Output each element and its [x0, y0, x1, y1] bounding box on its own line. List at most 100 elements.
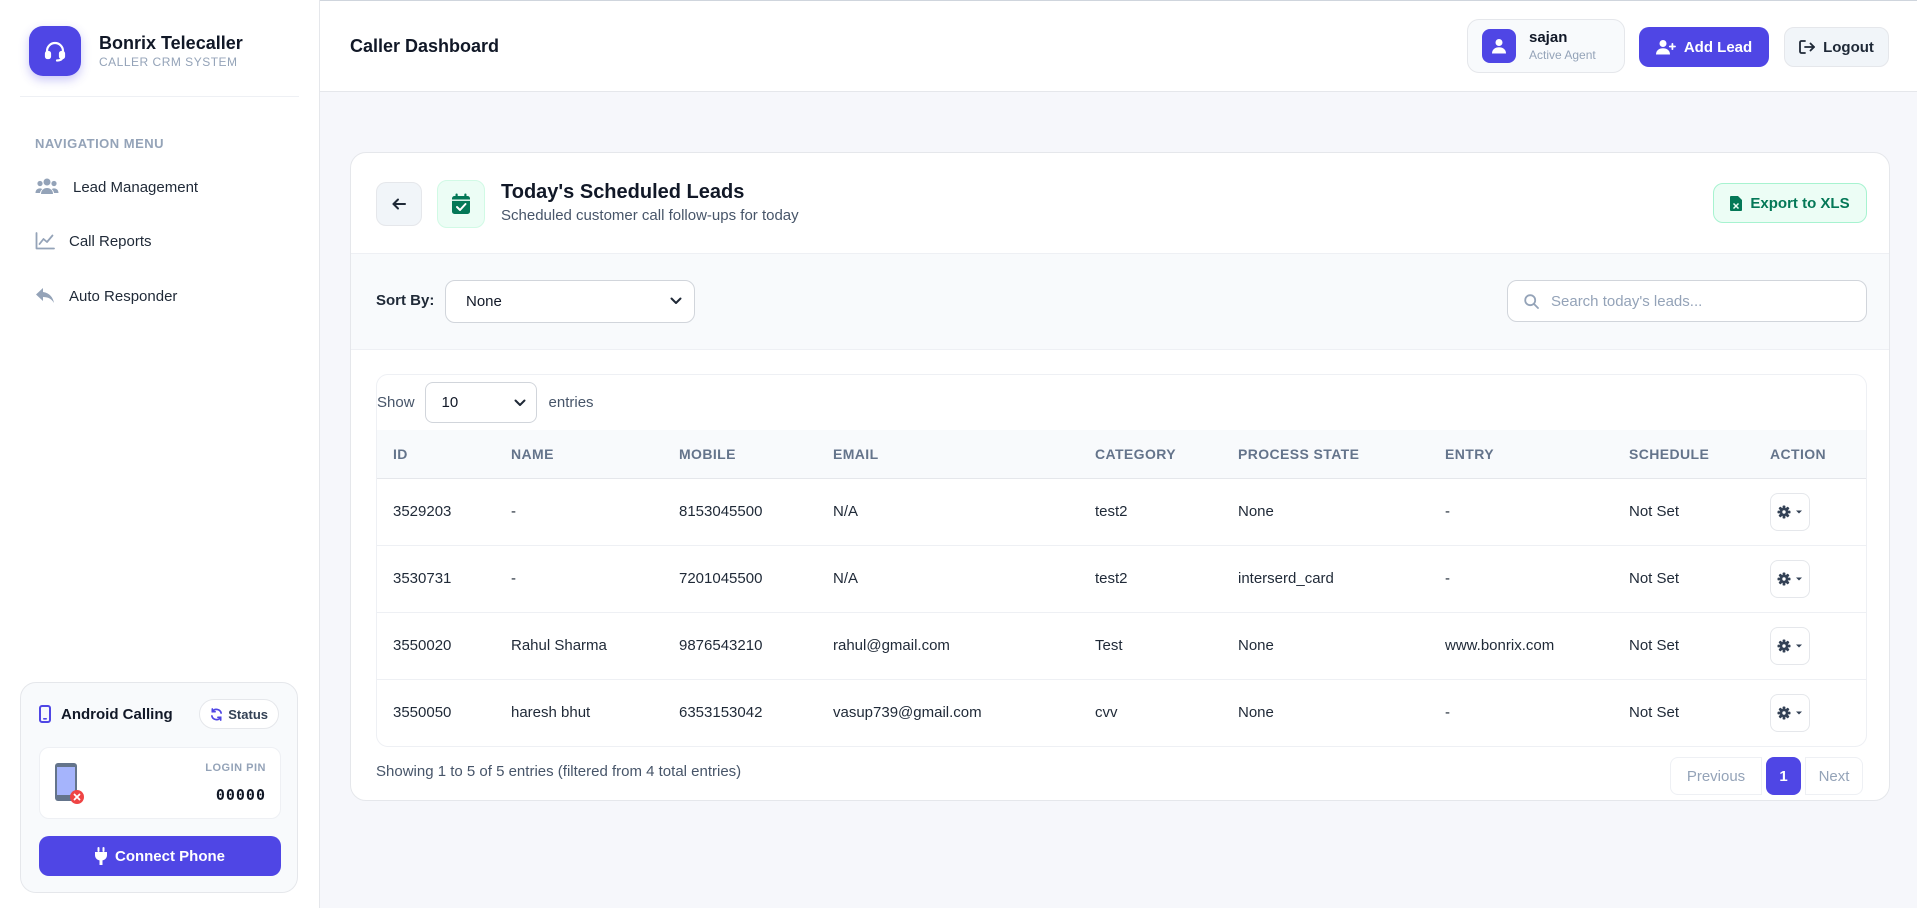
column-header-name[interactable]: NAME	[495, 430, 663, 479]
chevron-down-icon	[670, 297, 682, 304]
brand-name: Bonrix Telecaller	[99, 33, 243, 53]
row-action-button[interactable]	[1770, 693, 1810, 732]
login-pin-box: LOGIN PIN 00000	[39, 747, 281, 819]
column-header-schedule[interactable]: SCHEDULE	[1613, 430, 1754, 479]
cell-mobile: 6353153042	[663, 679, 817, 746]
filter-bar: Sort By: None	[351, 254, 1889, 350]
sidebar-item-auto-responder[interactable]: Auto Responder	[35, 287, 177, 305]
cell-process-state: None	[1222, 478, 1429, 546]
add-lead-label: Add Lead	[1683, 38, 1753, 56]
sidebar-item-label: Auto Responder	[69, 287, 178, 305]
show-entries-row: Show 10 entries	[377, 375, 594, 430]
cell-mobile: 7201045500	[663, 545, 817, 613]
brand[interactable]: Bonrix Telecaller CALLER CRM SYSTEM	[29, 26, 243, 76]
cell-email: N/A	[817, 545, 1079, 613]
entries-label: entries	[548, 394, 594, 411]
row-action-button[interactable]	[1770, 492, 1810, 531]
column-header-email[interactable]: EMAIL	[817, 430, 1079, 479]
sidebar-item-lead-management[interactable]: Lead Management	[35, 177, 198, 197]
cell-action	[1754, 478, 1866, 546]
next-page-button[interactable]: Next	[1805, 757, 1863, 795]
sort-by-label: Sort By:	[376, 292, 435, 309]
cell-category: Test	[1079, 612, 1222, 680]
entries-value: 10	[441, 394, 459, 411]
show-label: Show	[377, 394, 415, 411]
card-subtitle: Scheduled customer call follow-ups for t…	[501, 207, 799, 224]
sidebar-item-label: Call Reports	[69, 232, 152, 250]
cell-process-state: None	[1222, 612, 1429, 680]
column-header-id[interactable]: ID	[377, 430, 495, 479]
sidebar-item-call-reports[interactable]: Call Reports	[35, 232, 152, 250]
cell-mobile: 8153045500	[663, 478, 817, 546]
cell-email: rahul@gmail.com	[817, 612, 1079, 680]
previous-page-button[interactable]: Previous	[1670, 757, 1762, 795]
status-label: Status	[228, 706, 268, 722]
leads-table: ID NAME MOBILE EMAIL CATEGORY PROCESS ST…	[377, 430, 1866, 746]
reply-icon	[36, 288, 54, 303]
refresh-icon	[211, 707, 223, 721]
cell-action	[1754, 679, 1866, 746]
android-calling-title: Android Calling	[61, 705, 173, 723]
connect-phone-label: Connect Phone	[114, 847, 225, 865]
cell-id: 3530731	[377, 545, 495, 613]
sort-by-select[interactable]: None	[445, 280, 695, 323]
page-1-button[interactable]: 1	[1766, 757, 1801, 795]
login-pin-value: 00000	[215, 786, 266, 804]
mobile-icon	[39, 705, 51, 723]
row-action-button[interactable]	[1770, 559, 1810, 598]
headset-icon	[29, 26, 81, 76]
cell-action	[1754, 612, 1866, 680]
table-row[interactable]: 3550020 Rahul Sharma 9876543210 rahul@gm…	[377, 612, 1866, 680]
top-header: Caller Dashboard sajan Active Agent Add …	[320, 0, 1917, 92]
export-xls-button[interactable]: Export to XLS	[1713, 183, 1867, 223]
gear-dropdown-icon	[1777, 572, 1802, 585]
table-row[interactable]: 3530731 - 7201045500 N/A test2 interserd…	[377, 545, 1866, 613]
logout-label: Logout	[1823, 38, 1874, 56]
column-header-entry[interactable]: ENTRY	[1429, 430, 1613, 479]
cell-name: -	[495, 478, 663, 546]
column-header-category[interactable]: CATEGORY	[1079, 430, 1222, 479]
sign-out-icon	[1799, 40, 1815, 54]
row-action-button[interactable]	[1770, 626, 1810, 665]
user-avatar-icon	[1482, 29, 1516, 63]
user-plus-icon	[1655, 40, 1676, 55]
sidebar: Bonrix Telecaller CALLER CRM SYSTEM NAVI…	[0, 0, 320, 908]
cell-id: 3529203	[377, 478, 495, 546]
card-header: Today's Scheduled Leads Scheduled custom…	[351, 153, 1889, 254]
connect-phone-button[interactable]: Connect Phone	[39, 836, 281, 876]
entries-select[interactable]: 10	[424, 382, 537, 423]
cell-entry: -	[1429, 679, 1613, 746]
export-label: Export to XLS	[1750, 194, 1850, 212]
divider	[20, 96, 299, 97]
cell-entry: www.bonrix.com	[1429, 612, 1613, 680]
logout-button[interactable]: Logout	[1784, 27, 1889, 67]
gear-dropdown-icon	[1777, 639, 1802, 652]
arrow-left-icon	[392, 198, 406, 210]
user-chip[interactable]: sajan Active Agent	[1467, 19, 1625, 73]
cell-category: test2	[1079, 545, 1222, 613]
cell-mobile: 9876543210	[663, 612, 817, 680]
column-header-process-state[interactable]: PROCESS STATE	[1222, 430, 1429, 479]
cell-id: 3550020	[377, 612, 495, 680]
login-pin-label: LOGIN PIN	[205, 762, 266, 774]
scheduled-leads-card: Today's Scheduled Leads Scheduled custom…	[350, 152, 1890, 801]
column-header-mobile[interactable]: MOBILE	[663, 430, 817, 479]
search-box[interactable]	[1507, 280, 1867, 322]
table-row[interactable]: 3550050 haresh bhut 6353153042 vasup739@…	[377, 679, 1866, 746]
chevron-down-icon	[514, 399, 526, 406]
cell-name: haresh bhut	[495, 679, 663, 746]
cell-name: -	[495, 545, 663, 613]
pagination: Previous 1 Next	[1670, 757, 1863, 795]
table-row[interactable]: 3529203 - 8153045500 N/A test2 None - No…	[377, 478, 1866, 546]
page-title: Caller Dashboard	[350, 36, 500, 56]
cell-entry: -	[1429, 545, 1613, 613]
back-button[interactable]	[376, 182, 422, 226]
android-calling-header: Android Calling	[39, 705, 173, 723]
card-title: Today's Scheduled Leads	[501, 181, 745, 203]
sort-by-value: None	[466, 293, 502, 310]
add-lead-button[interactable]: Add Lead	[1639, 27, 1769, 67]
search-input[interactable]	[1551, 292, 1851, 310]
calendar-check-icon	[437, 180, 485, 228]
user-name: sajan	[1529, 29, 1568, 46]
status-button[interactable]: Status	[199, 699, 279, 729]
